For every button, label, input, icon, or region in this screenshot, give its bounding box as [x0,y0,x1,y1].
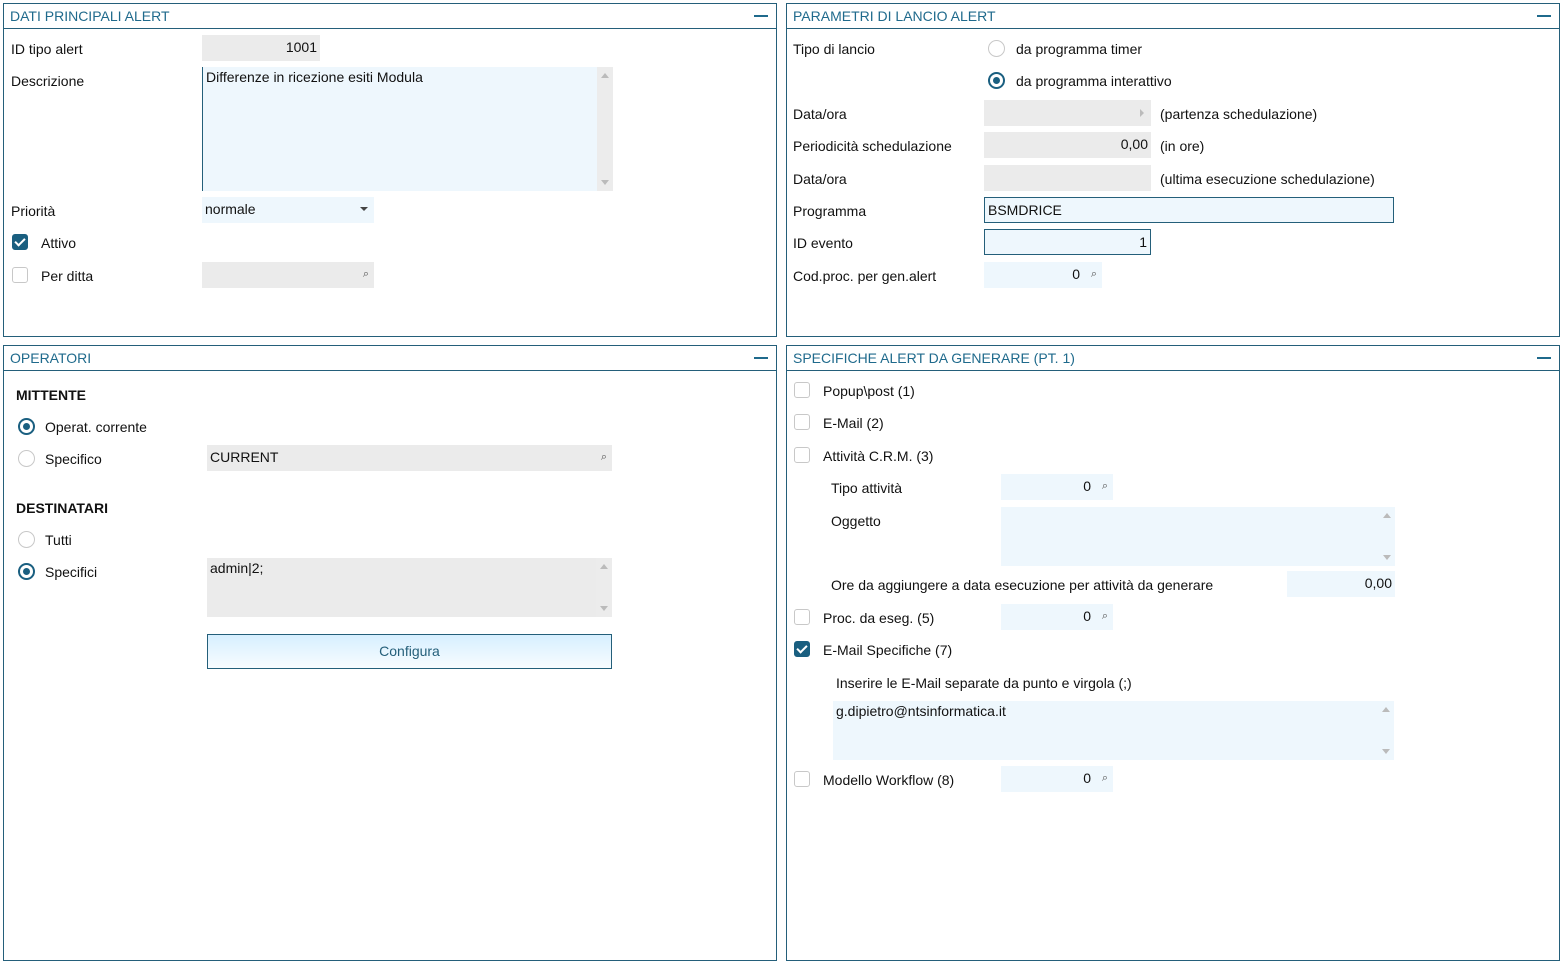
priorita-value: normale [205,201,256,217]
codproc-field[interactable]: 0 ⌕ [984,262,1102,288]
attivo-checkbox[interactable] [12,234,28,250]
tipo-attivita-field[interactable]: 0 ⌕ [1001,474,1113,500]
parametri-panel: PARAMETRI DI LANCIO ALERT [786,3,1560,337]
id-tipo-alert-field[interactable]: 1001 [202,35,320,61]
scrollbar[interactable] [1379,507,1395,566]
search-icon[interactable]: ⌕ [1091,268,1097,281]
panel-title: OPERATORI [10,350,92,366]
id-evento-field[interactable]: 1 [984,229,1151,255]
minimize-icon[interactable] [754,15,768,17]
radio-specifici[interactable] [18,563,35,580]
tipo-attivita-label: Tipo attività [831,480,903,496]
specifico-field[interactable]: CURRENT ⌕ [207,445,612,471]
scrollbar[interactable] [597,67,613,191]
mittente-heading: MITTENTE [16,387,86,403]
minimize-icon[interactable] [1537,15,1551,17]
radio-operat-corrente[interactable] [18,418,35,435]
programma-label: Programma [793,203,867,219]
email-textarea[interactable]: g.dipietro@ntsinformatica.it [833,701,1394,760]
priorita-label: Priorità [11,203,56,219]
data-partenza-field[interactable] [984,100,1151,126]
partenza-note: (partenza schedulazione) [1160,106,1318,122]
specifici-label: Specifici [45,564,98,580]
search-icon[interactable]: ⌕ [1102,480,1108,493]
codproc-label: Cod.proc. per gen.alert [793,268,937,284]
search-icon[interactable]: ⌕ [1102,772,1108,785]
id-tipo-alert-label: ID tipo alert [11,41,83,57]
workflow-checkbox[interactable] [794,771,810,787]
per-ditta-checkbox[interactable] [12,267,28,283]
workflow-label: Modello Workflow (8) [823,772,955,788]
email-specifiche-checkbox[interactable] [794,641,810,657]
radio-timer[interactable] [988,40,1005,57]
programma-field[interactable]: BSMDRICE [984,197,1394,223]
chevron-down-icon [360,207,368,211]
specifico-label: Specifico [45,451,102,467]
panel-title: PARAMETRI DI LANCIO ALERT [793,8,996,24]
panel-title: DATI PRINCIPALI ALERT [10,8,170,24]
panel-title: SPECIFICHE ALERT DA GENERARE (PT. 1) [793,350,1075,366]
descrizione-text: Differenze in ricezione esiti Modula [206,69,423,85]
descrizione-textarea[interactable]: Differenze in ricezione esiti Modula [202,67,613,191]
email-label: E-Mail (2) [823,415,884,431]
email-value: g.dipietro@ntsinformatica.it [836,703,1006,719]
minimize-icon[interactable] [1537,357,1551,359]
radio-interattivo-label: da programma interattivo [1016,73,1172,89]
proc-label: Proc. da eseg. (5) [823,610,935,626]
search-icon[interactable]: ⌕ [601,451,607,464]
attivo-label: Attivo [41,235,77,251]
radio-interattivo[interactable] [988,72,1005,89]
tutti-label: Tutti [45,532,72,548]
data-ultima-field[interactable] [984,165,1151,191]
chevron-right-icon [1140,109,1144,117]
id-evento-label: ID evento [793,235,853,251]
data-ora-ultima-label: Data/ora [793,171,847,187]
descrizione-label: Descrizione [11,73,85,89]
workflow-value: 0 [1083,770,1091,786]
radio-timer-label: da programma timer [1016,41,1143,57]
destinatari-heading: DESTINATARI [16,500,109,516]
minimize-icon[interactable] [754,357,768,359]
specifici-value: admin|2; [210,560,264,576]
configura-button[interactable]: Configura [207,634,612,669]
data-ora-label: Data/ora [793,106,847,122]
tipo-attivita-value: 0 [1083,478,1091,494]
per-ditta-label: Per ditta [41,268,94,284]
proc-checkbox[interactable] [794,609,810,625]
periodicita-field[interactable]: 0,00 [984,132,1151,158]
codproc-value: 0 [1072,266,1080,282]
scrollbar[interactable] [596,558,612,617]
proc-field[interactable]: 0 ⌕ [1001,604,1113,630]
crm-label: Attività C.R.M. (3) [823,448,934,464]
ultima-note: (ultima esecuzione schedulazione) [1160,171,1375,187]
search-icon[interactable]: ⌕ [363,268,369,281]
ore-label: Ore da aggiungere a data esecuzione per … [831,577,1214,593]
radio-specifico[interactable] [18,450,35,467]
crm-checkbox[interactable] [794,447,810,463]
proc-value: 0 [1083,608,1091,624]
priorita-select[interactable]: normale [202,197,374,223]
scrollbar[interactable] [1378,701,1394,760]
search-icon[interactable]: ⌕ [1102,610,1108,623]
popup-checkbox[interactable] [794,382,810,398]
email-checkbox[interactable] [794,414,810,430]
tipo-lancio-label: Tipo di lancio [793,41,875,57]
ditta-field[interactable]: ⌕ [202,262,374,288]
periodicita-note: (in ore) [1160,138,1205,154]
popup-label: Popup\post (1) [823,383,915,399]
email-hint: Inserire le E-Mail separate da punto e v… [836,675,1132,691]
oggetto-textarea[interactable] [1001,507,1395,566]
ore-field[interactable]: 0,00 [1287,571,1395,597]
operat-corrente-label: Operat. corrente [45,419,147,435]
oggetto-label: Oggetto [831,513,881,529]
radio-tutti[interactable] [18,531,35,548]
specifico-value: CURRENT [210,449,279,465]
periodicita-label: Periodicità schedulazione [793,138,952,154]
email-specifiche-label: E-Mail Specifiche (7) [823,642,953,658]
workflow-field[interactable]: 0 ⌕ [1001,766,1113,792]
specifici-textarea[interactable]: admin|2; [207,558,612,617]
